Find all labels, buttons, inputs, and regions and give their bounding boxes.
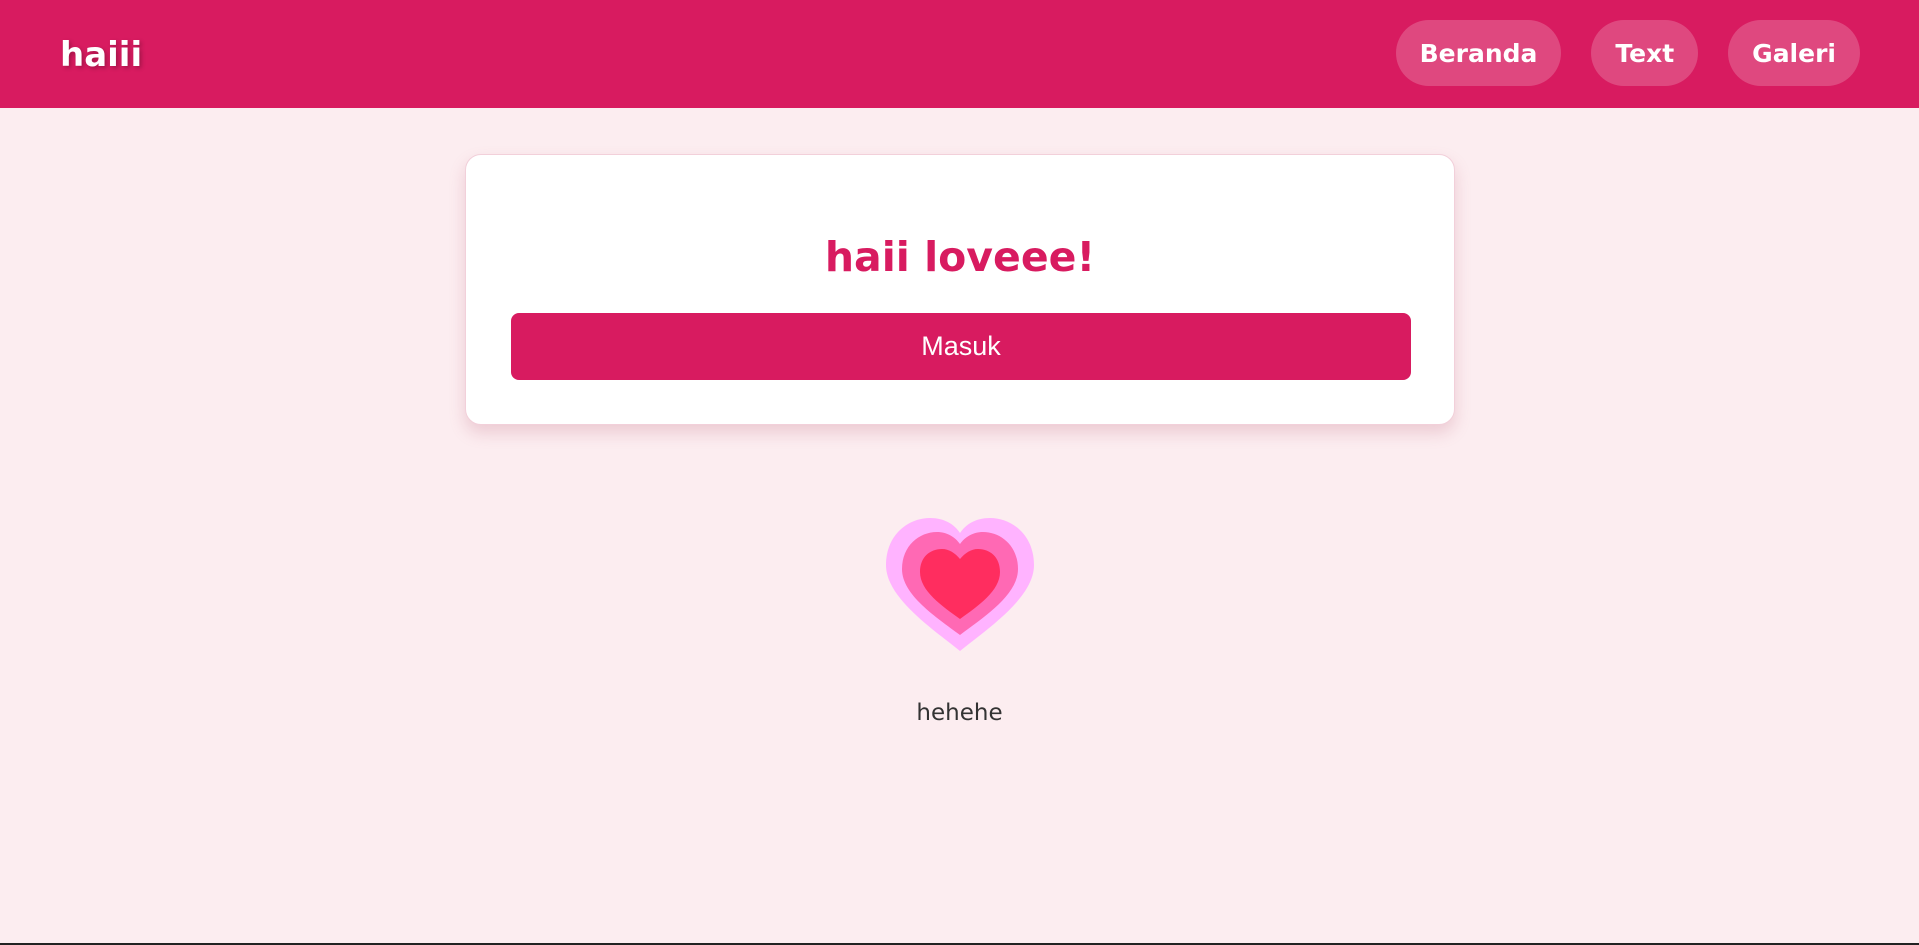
nav-link-galeri[interactable]: Galeri xyxy=(1728,20,1860,86)
navbar: haiii Beranda Text Galeri xyxy=(0,0,1919,108)
brand-logo[interactable]: haiii xyxy=(60,31,142,79)
nav-link-text[interactable]: Text xyxy=(1591,20,1699,86)
caption-text: hehehe xyxy=(916,700,1003,726)
masuk-button[interactable]: Masuk xyxy=(511,313,1411,380)
welcome-card: haii loveee! Masuk xyxy=(465,154,1455,425)
nav-link-beranda[interactable]: Beranda xyxy=(1395,20,1562,86)
heart-svg xyxy=(886,518,1034,651)
heart-icon xyxy=(884,515,1036,653)
nav-links: Beranda Text Galeri xyxy=(1395,20,1860,86)
card-title: haii loveee! xyxy=(824,233,1096,281)
